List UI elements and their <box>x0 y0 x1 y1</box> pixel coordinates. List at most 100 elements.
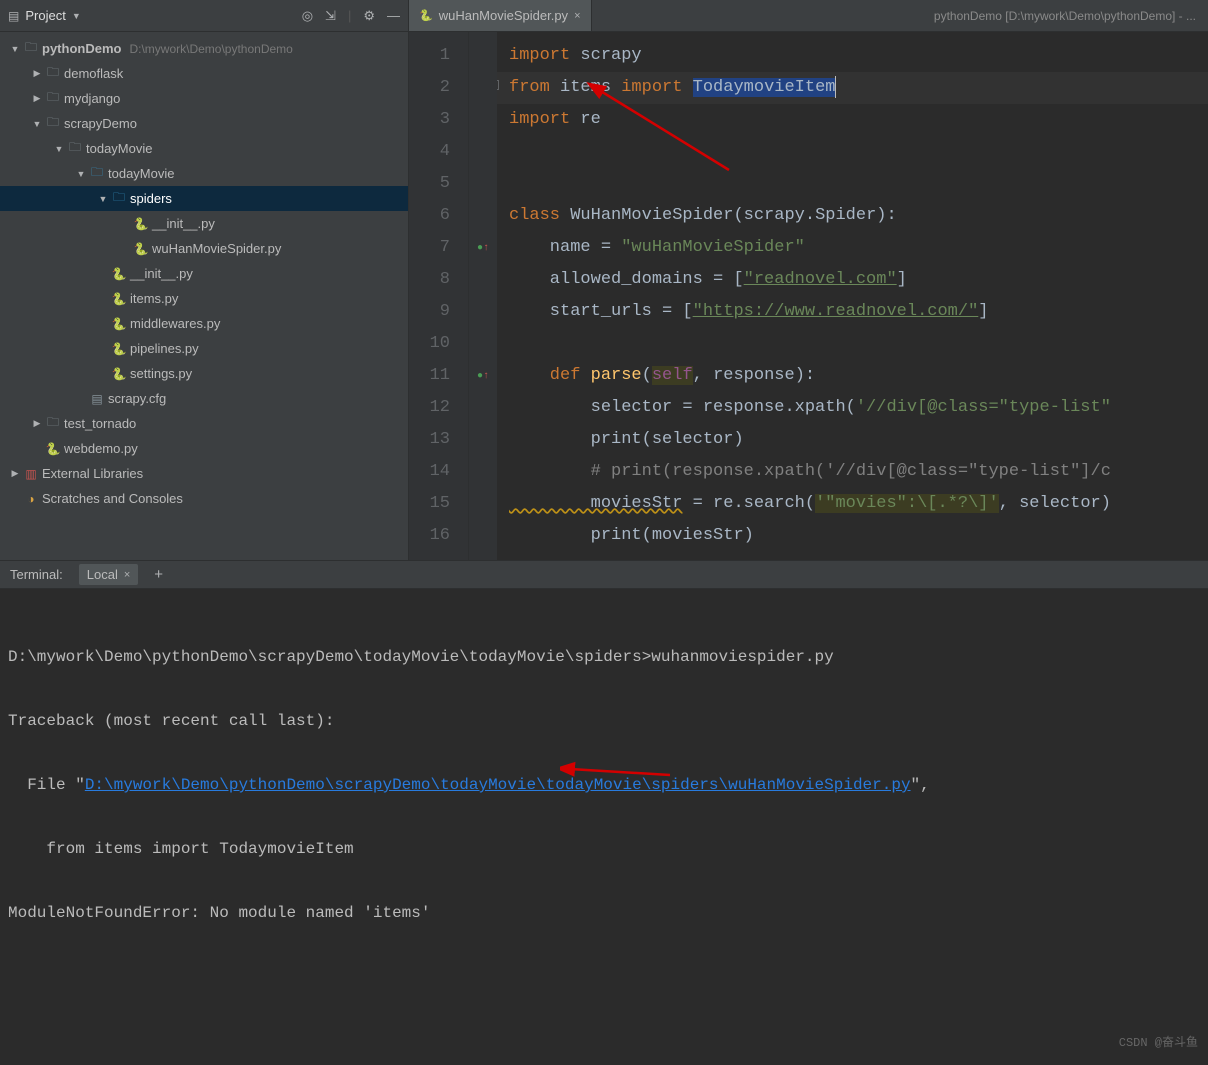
tree-item-label: scrapy.cfg <box>108 391 166 406</box>
tree-item[interactable]: ▶🗀test_tornado <box>0 411 408 436</box>
chevron-icon[interactable]: ▼ <box>30 119 44 129</box>
line-number[interactable]: 6 <box>409 200 468 232</box>
tree-item[interactable]: ▼🗀todayMovie <box>0 136 408 161</box>
tab-filename: wuHanMovieSpider.py <box>439 8 568 23</box>
line-number[interactable]: 12 <box>409 392 468 424</box>
tree-item[interactable]: ▶🗀demoflask <box>0 61 408 86</box>
chevron-icon[interactable]: ▶ <box>30 418 44 429</box>
tree-item-label: webdemo.py <box>64 441 138 456</box>
tree-item[interactable]: ▼🗀todayMovie <box>0 161 408 186</box>
file-link[interactable]: D:\mywork\Demo\pythonDemo\scrapyDemo\tod… <box>85 776 911 794</box>
scratch-icon: ◑ <box>22 492 40 506</box>
editor-tabs: 🐍 wuHanMovieSpider.py × pythonDemo [D:\m… <box>409 0 1208 32</box>
tree-item-label: middlewares.py <box>130 316 220 331</box>
fold-mark[interactable]: – <box>497 80 499 90</box>
line-number[interactable]: 11 <box>409 360 468 392</box>
folder-icon: 🗀 <box>44 413 62 434</box>
chevron-down-icon[interactable]: ▼ <box>72 11 81 21</box>
tree-item-label: External Libraries <box>42 466 143 481</box>
python-file-icon: 🐍 <box>110 317 128 331</box>
folder-icon: 🗀 <box>44 88 62 109</box>
chevron-icon[interactable]: ▶ <box>30 93 44 104</box>
line-number[interactable]: 9 <box>409 296 468 328</box>
python-file-icon: 🐍 <box>44 442 62 456</box>
terminal-line: from items import TodaymovieItem <box>8 833 1200 865</box>
tree-item-label: demoflask <box>64 66 123 81</box>
chevron-icon[interactable]: ▼ <box>8 44 22 54</box>
tree-item[interactable]: ◑Scratches and Consoles <box>0 486 408 511</box>
tree-item[interactable]: ▤scrapy.cfg <box>0 386 408 411</box>
line-number[interactable]: 15 <box>409 488 468 520</box>
terminal-label: Terminal: <box>10 567 63 582</box>
project-sidebar: ▤ Project ▼ ◎ ⇲ | ⚙ — ▼🗀pythonDemoD:\myw… <box>0 0 409 560</box>
tree-item[interactable]: 🐍wuHanMovieSpider.py <box>0 236 408 261</box>
line-number[interactable]: 5 <box>409 168 468 200</box>
tree-item[interactable]: 🐍__init__.py <box>0 261 408 286</box>
tree-item-label: test_tornado <box>64 416 136 431</box>
code-lines[interactable]: import scrapy –from items import Todaymo… <box>497 32 1208 560</box>
sidebar-title: Project <box>25 8 65 23</box>
tree-item[interactable]: 🐍__init__.py <box>0 211 408 236</box>
editor-area: 🐍 wuHanMovieSpider.py × pythonDemo [D:\m… <box>409 0 1208 560</box>
gear-icon[interactable]: ⚙ <box>363 8 375 24</box>
line-number[interactable]: 16 <box>409 520 468 552</box>
tree-item-label: pipelines.py <box>130 341 199 356</box>
minimize-icon[interactable]: — <box>387 8 400 23</box>
line-number[interactable]: 1 <box>409 40 468 72</box>
line-number[interactable]: 4 <box>409 136 468 168</box>
line-number[interactable]: 3 <box>409 104 468 136</box>
tree-item[interactable]: ▼🗀pythonDemoD:\mywork\Demo\pythonDemo <box>0 36 408 61</box>
locate-icon[interactable]: ◎ <box>302 8 313 24</box>
tree-item[interactable]: 🐍webdemo.py <box>0 436 408 461</box>
python-file-icon: 🐍 <box>132 242 150 256</box>
chevron-icon[interactable]: ▶ <box>8 468 22 479</box>
file-icon: ▤ <box>88 392 106 406</box>
line-number[interactable]: 13 <box>409 424 468 456</box>
tree-item[interactable]: 🐍pipelines.py <box>0 336 408 361</box>
new-terminal-button[interactable]: + <box>154 566 163 583</box>
folder-icon: 🗀 <box>88 163 106 184</box>
editor-tab[interactable]: 🐍 wuHanMovieSpider.py × <box>409 0 592 31</box>
terminal-line: Traceback (most recent call last): <box>8 705 1200 737</box>
chevron-icon[interactable]: ▼ <box>52 144 66 154</box>
up-arrow-icon: ↑ <box>483 371 489 382</box>
project-icon: ▤ <box>8 9 19 23</box>
tree-item-label: wuHanMovieSpider.py <box>152 241 281 256</box>
tree-item[interactable]: ▶🗀mydjango <box>0 86 408 111</box>
text-cursor <box>835 76 836 98</box>
up-arrow-icon: ↑ <box>483 243 489 254</box>
chevron-icon[interactable]: ▶ <box>30 68 44 79</box>
line-number[interactable]: 14 <box>409 456 468 488</box>
tree-item[interactable]: ▼🗀scrapyDemo <box>0 111 408 136</box>
folder-icon: 🗀 <box>44 63 62 84</box>
python-file-icon: 🐍 <box>110 367 128 381</box>
folder-icon: 🗀 <box>110 188 128 209</box>
python-file-icon: 🐍 <box>419 9 433 22</box>
python-file-icon: 🐍 <box>110 292 128 306</box>
tree-item[interactable]: ▶▥External Libraries <box>0 461 408 486</box>
line-number[interactable]: 2 <box>409 72 468 104</box>
close-icon[interactable]: × <box>124 569 130 581</box>
tree-item-label: todayMovie <box>108 166 174 181</box>
tree-item[interactable]: 🐍items.py <box>0 286 408 311</box>
folder-icon: 🗀 <box>22 38 40 59</box>
close-icon[interactable]: × <box>574 10 580 22</box>
tree-item[interactable]: 🐍middlewares.py <box>0 311 408 336</box>
tree-item-label: __init__.py <box>152 216 215 231</box>
terminal-tab-local[interactable]: Local × <box>79 564 139 585</box>
terminal-line: D:\mywork\Demo\pythonDemo\scrapyDemo\tod… <box>8 641 1200 673</box>
tree-item[interactable]: 🐍settings.py <box>0 361 408 386</box>
code-area[interactable]: 12345678910111213141516 ●↑●↑ import scra… <box>409 32 1208 560</box>
terminal-output[interactable]: D:\mywork\Demo\pythonDemo\scrapyDemo\tod… <box>0 589 1208 1065</box>
chevron-icon[interactable]: ▼ <box>96 194 110 204</box>
collapse-all-icon[interactable]: ⇲ <box>325 8 336 24</box>
line-gutter[interactable]: 12345678910111213141516 <box>409 32 469 560</box>
line-number[interactable]: 10 <box>409 328 468 360</box>
tree-item-label: __init__.py <box>130 266 193 281</box>
line-number[interactable]: 8 <box>409 264 468 296</box>
folder-icon: 🗀 <box>66 138 84 159</box>
project-tree[interactable]: ▼🗀pythonDemoD:\mywork\Demo\pythonDemo▶🗀d… <box>0 32 408 515</box>
tree-item[interactable]: ▼🗀spiders <box>0 186 408 211</box>
chevron-icon[interactable]: ▼ <box>74 169 88 179</box>
line-number[interactable]: 7 <box>409 232 468 264</box>
